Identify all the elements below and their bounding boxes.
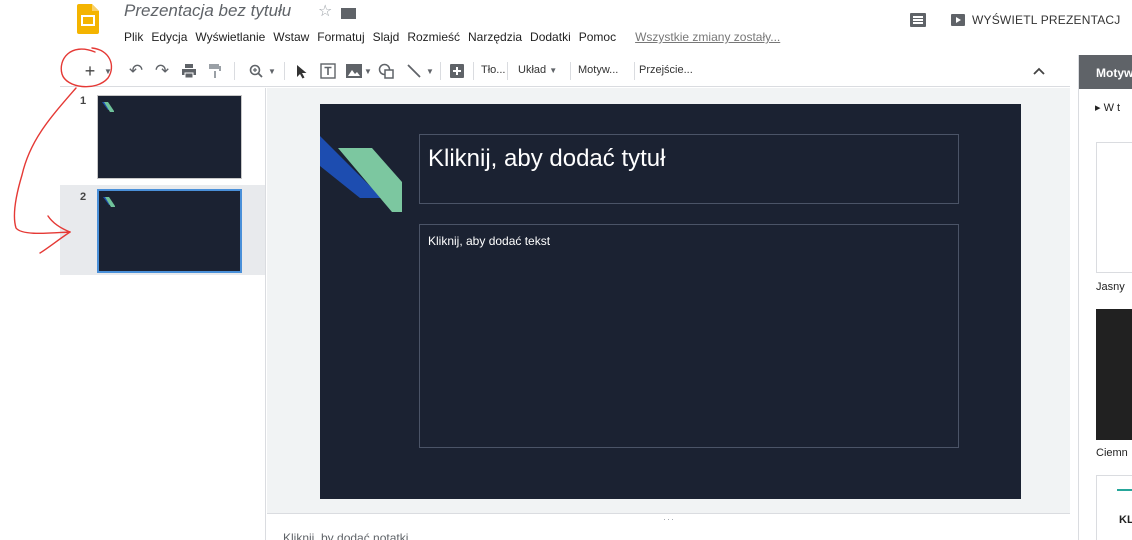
- menu-view[interactable]: Wyświetlanie: [195, 30, 265, 44]
- toolbar-separator: [634, 62, 635, 80]
- present-label: WYŚWIETL PREZENTACJ: [972, 13, 1121, 27]
- theme-third-label: KL: [1119, 514, 1132, 526]
- zoom-dropdown[interactable]: ▼: [268, 61, 276, 81]
- add-comment-button[interactable]: [447, 61, 467, 81]
- slide-decoration-mini: [103, 197, 115, 207]
- theme-panel-section[interactable]: ▸ W t: [1095, 101, 1120, 114]
- print-button[interactable]: [179, 61, 199, 81]
- slide-canvas: Kliknij, aby dodać tytuł Kliknij, aby do…: [267, 88, 1070, 513]
- paint-format-button[interactable]: [205, 61, 225, 81]
- line-dropdown[interactable]: ▼: [426, 61, 434, 81]
- title-placeholder[interactable]: Kliknij, aby dodać tytuł: [419, 134, 959, 204]
- redo-button[interactable]: ↷: [152, 61, 172, 81]
- folder-icon[interactable]: [341, 8, 356, 19]
- line-tool-button[interactable]: [404, 61, 424, 81]
- toolbar-separator: [234, 62, 235, 80]
- body-placeholder-text: Kliknij, aby dodać tekst: [428, 234, 551, 248]
- toolbar-separator: [570, 62, 571, 80]
- layout-button[interactable]: Układ ▼: [518, 64, 557, 76]
- menu-tools[interactable]: Narzędzia: [468, 30, 522, 44]
- star-icon[interactable]: ☆: [318, 1, 332, 21]
- body-placeholder[interactable]: Kliknij, aby dodać tekst: [419, 224, 959, 448]
- shape-icon: [378, 63, 394, 79]
- slide-decoration-mini: [102, 102, 114, 112]
- transition-button[interactable]: Przejście...: [639, 64, 693, 76]
- caret-down-icon: ▼: [104, 66, 112, 76]
- filmstrip-slide-1[interactable]: 1: [60, 89, 265, 179]
- menu-bar: Plik Edycja Wyświetlanie Wstaw Formatuj …: [124, 28, 780, 46]
- theme-light-label: Jasny: [1096, 281, 1125, 293]
- toolbar-separator: [473, 62, 474, 80]
- image-tool-button[interactable]: [344, 61, 364, 81]
- comments-icon[interactable]: [910, 13, 926, 27]
- theme-panel: Motyw ▸ W t Jasny Ciemn KL: [1078, 55, 1132, 540]
- image-icon: [346, 64, 362, 78]
- theme-panel-header: Motyw: [1079, 55, 1132, 89]
- image-dropdown[interactable]: ▼: [364, 61, 372, 81]
- speaker-notes[interactable]: ··· Kliknij, by dodać notatki: [267, 513, 1070, 540]
- toolbar-separator: [507, 62, 508, 80]
- caret-down-icon: ▼: [426, 66, 434, 76]
- theme-panel-title: Motyw: [1096, 66, 1132, 80]
- select-tool-button[interactable]: [292, 61, 312, 81]
- toolbar-separator: [284, 62, 285, 80]
- menu-file[interactable]: Plik: [124, 30, 143, 44]
- notes-placeholder: Kliknij, by dodać notatki: [283, 531, 409, 540]
- new-slide-button[interactable]: +: [80, 61, 100, 81]
- textbox-icon: [320, 63, 336, 79]
- menu-format[interactable]: Formatuj: [317, 30, 364, 44]
- cursor-icon: [297, 64, 307, 78]
- slide-thumbnail[interactable]: [97, 95, 242, 179]
- theme-dark-label: Ciemn: [1096, 447, 1128, 459]
- menu-edit[interactable]: Edycja: [151, 30, 187, 44]
- redo-icon: ↷: [154, 61, 170, 80]
- theme-light-thumbnail[interactable]: [1096, 142, 1132, 273]
- toolbar-separator: [440, 62, 441, 80]
- chevron-up-icon: [1033, 67, 1045, 75]
- menu-slide[interactable]: Slajd: [373, 30, 400, 44]
- background-button[interactable]: Tło...: [481, 64, 505, 76]
- present-icon: [951, 14, 965, 26]
- slide-filmstrip: 1 2: [60, 88, 266, 540]
- slides-logo-icon[interactable]: [77, 4, 99, 34]
- caret-down-icon: ▼: [268, 66, 276, 76]
- shape-tool-button[interactable]: [376, 61, 396, 81]
- caret-down-icon: ▼: [549, 66, 558, 75]
- undo-icon: ↶: [128, 61, 144, 80]
- menu-help[interactable]: Pomoc: [579, 30, 616, 44]
- collapse-toolbar-button[interactable]: [1029, 61, 1049, 81]
- layout-label: Układ: [518, 64, 547, 76]
- toolbar: + ▼ ↶ ↷ ▼ ▼ ▼ Tło... Układ ▼ Motyw... Pr…: [60, 55, 1070, 87]
- notes-resize-handle[interactable]: ···: [663, 514, 675, 524]
- menu-arrange[interactable]: Rozmieść: [407, 30, 460, 44]
- line-icon: [407, 64, 421, 78]
- zoom-icon: [249, 64, 263, 78]
- title-placeholder-text: Kliknij, aby dodać tytuł: [428, 145, 666, 172]
- filmstrip-slide-2[interactable]: 2: [60, 185, 265, 275]
- print-icon: [182, 64, 196, 78]
- menu-addons[interactable]: Dodatki: [530, 30, 571, 44]
- slide-decoration-stripes: [320, 136, 402, 212]
- app-header: Prezentacja bez tytułu ☆ Plik Edycja Wyś…: [0, 0, 1132, 48]
- slide-number: 1: [80, 95, 87, 107]
- theme-button[interactable]: Motyw...: [578, 64, 618, 76]
- present-button[interactable]: WYŚWIETL PREZENTACJ: [951, 9, 1120, 31]
- theme-accent-line: [1117, 489, 1132, 491]
- textbox-tool-button[interactable]: [318, 61, 338, 81]
- save-status-link[interactable]: Wszystkie zmiany zostały...: [635, 30, 780, 44]
- plus-icon: +: [84, 60, 96, 81]
- caret-down-icon: ▼: [364, 66, 372, 76]
- slide-number: 2: [80, 191, 87, 203]
- new-slide-dropdown[interactable]: ▼: [104, 61, 112, 81]
- slide-thumbnail-selected[interactable]: [97, 189, 242, 273]
- document-title[interactable]: Prezentacja bez tytułu: [124, 1, 291, 21]
- add-comment-icon: [450, 64, 464, 78]
- menu-insert[interactable]: Wstaw: [273, 30, 309, 44]
- undo-button[interactable]: ↶: [126, 61, 146, 81]
- theme-dark-thumbnail[interactable]: [1096, 309, 1132, 440]
- slide[interactable]: Kliknij, aby dodać tytuł Kliknij, aby do…: [320, 104, 1021, 499]
- theme-third-thumbnail[interactable]: KL: [1096, 475, 1132, 540]
- zoom-button[interactable]: [246, 61, 266, 81]
- paint-format-icon: [209, 64, 221, 78]
